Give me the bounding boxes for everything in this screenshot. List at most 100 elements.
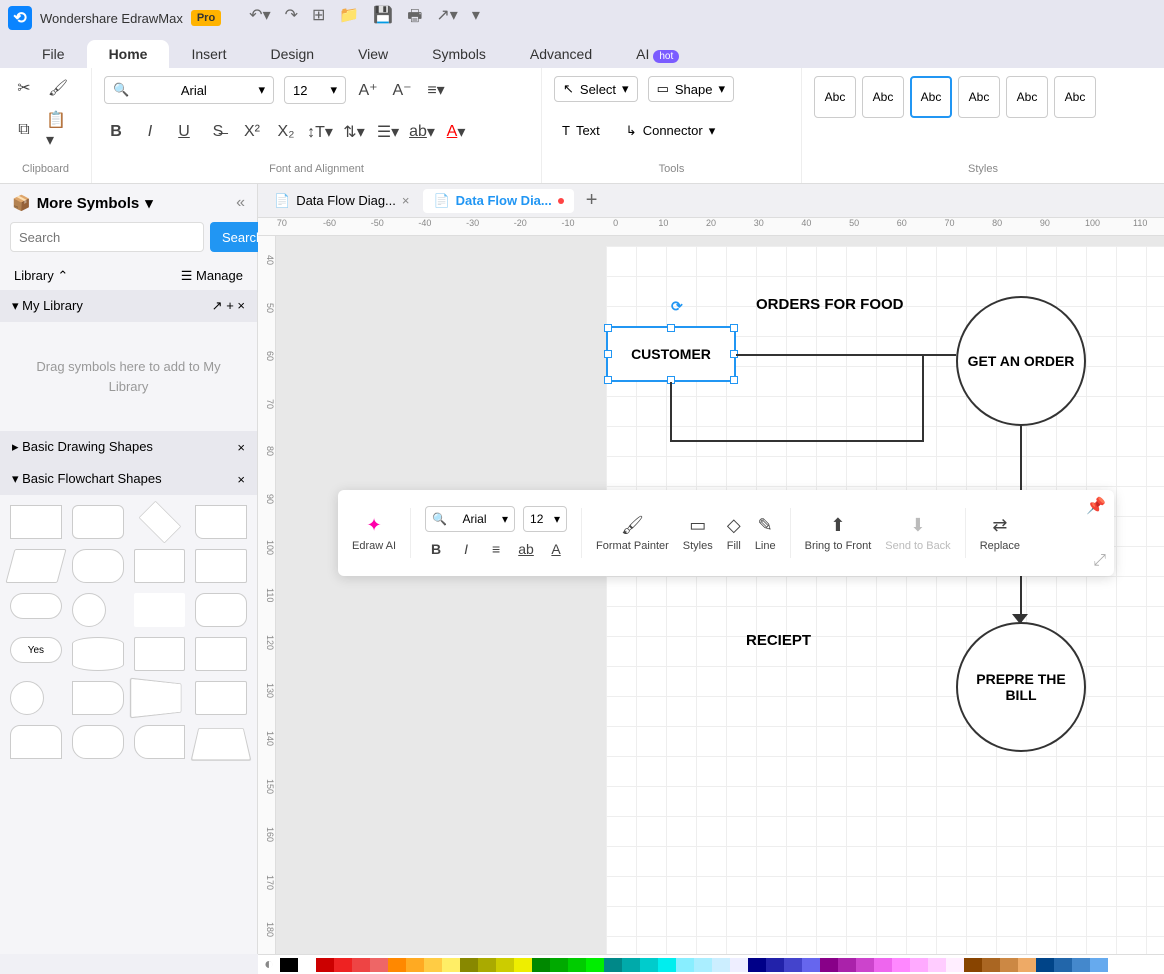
increase-font-icon[interactable]: A⁺	[356, 78, 380, 102]
shape-rectangle[interactable]	[10, 505, 62, 539]
cut-icon[interactable]: ✂	[12, 76, 36, 100]
color-swatch[interactable]	[370, 958, 388, 972]
color-swatch[interactable]	[514, 958, 532, 972]
pin-icon[interactable]: 📌	[1086, 496, 1106, 516]
color-swatch[interactable]	[928, 958, 946, 972]
shape-card[interactable]	[134, 637, 186, 671]
library-label[interactable]: Library ⌃	[14, 268, 68, 284]
copy-icon[interactable]: ⧉	[12, 118, 36, 142]
new-icon[interactable]: ⊞	[312, 5, 325, 32]
color-swatch[interactable]	[1000, 958, 1018, 972]
basic-drawing-section[interactable]: ▸ Basic Drawing Shapes ×	[0, 431, 257, 463]
tab-insert[interactable]: Insert	[169, 40, 248, 68]
label-orders-for-food[interactable]: ORDERS FOR FOOD	[756, 296, 904, 313]
color-swatch[interactable]	[298, 958, 316, 972]
sidebar-collapse-icon[interactable]: «	[236, 194, 245, 212]
color-swatch[interactable]	[784, 958, 802, 972]
bullets-icon[interactable]: ☰▾	[376, 120, 400, 144]
sidebar-title[interactable]: 📦 More Symbols▾	[12, 194, 153, 212]
color-dropper-icon[interactable]: ◐	[258, 956, 280, 974]
more-icon[interactable]: ▾	[472, 5, 480, 32]
color-swatch[interactable]	[1072, 958, 1090, 972]
ft-size-select[interactable]: 12▾	[523, 506, 567, 532]
shape-trapezoid[interactable]	[191, 728, 252, 761]
color-swatch[interactable]	[316, 958, 334, 972]
undo-icon[interactable]: ↶▾	[249, 5, 270, 32]
shape-manual[interactable]	[129, 678, 180, 719]
canvas[interactable]: CUSTOMER ⟳ ORDERS FOR FOOD GET AN ORDER …	[276, 236, 1164, 954]
color-swatch[interactable]	[766, 958, 784, 972]
color-swatch[interactable]	[640, 958, 658, 972]
select-button[interactable]: ↖ Select ▾	[554, 76, 638, 102]
mylibrary-dropzone[interactable]: Drag symbols here to add to My Library	[10, 332, 247, 421]
color-swatch[interactable]	[874, 958, 892, 972]
color-swatch[interactable]	[910, 958, 928, 972]
color-swatch[interactable]	[694, 958, 712, 972]
color-swatch[interactable]	[730, 958, 748, 972]
size-select[interactable]: 12 ▾	[284, 76, 346, 104]
mylibrary-section[interactable]: ▾ My Library ↗ + ×	[0, 290, 257, 322]
style-swatch-6[interactable]: Abc	[1054, 76, 1096, 118]
shape-prepre-bill[interactable]: PREPRE THE BILL	[956, 622, 1086, 752]
save-icon[interactable]: 💾	[373, 5, 393, 32]
shape-document[interactable]	[195, 505, 247, 539]
align-icon[interactable]: ≡▾	[424, 78, 448, 102]
subscript-icon[interactable]: X₂	[274, 120, 298, 144]
shape-pill[interactable]	[72, 549, 124, 583]
color-swatch[interactable]	[820, 958, 838, 972]
ft-color-icon[interactable]: A	[545, 538, 567, 560]
shape-subprocess[interactable]	[134, 549, 186, 583]
color-swatch[interactable]	[604, 958, 622, 972]
shape-cylinder[interactable]	[72, 637, 124, 671]
highlight-icon[interactable]: ab▾	[410, 120, 434, 144]
color-swatch[interactable]	[622, 958, 640, 972]
color-swatch[interactable]	[856, 958, 874, 972]
ft-bring-front[interactable]: ⬆Bring to Front	[805, 515, 872, 552]
ft-send-back[interactable]: ⬇Send to Back	[885, 515, 950, 552]
color-swatch[interactable]	[676, 958, 694, 972]
superscript-icon[interactable]: X²	[240, 120, 264, 144]
strike-icon[interactable]: S̶	[206, 120, 230, 144]
shape-terminator[interactable]	[72, 725, 124, 759]
ft-replace[interactable]: ⇄Replace	[980, 515, 1020, 552]
page[interactable]: CUSTOMER ⟳ ORDERS FOR FOOD GET AN ORDER …	[606, 246, 1164, 954]
ft-format-painter[interactable]: 🖌Format Painter	[596, 515, 669, 552]
section-close-icon[interactable]: ×	[237, 440, 245, 455]
style-swatch-3[interactable]: Abc	[910, 76, 952, 118]
line-spacing-icon[interactable]: ⇅▾	[342, 120, 366, 144]
font-color-icon[interactable]: A▾	[444, 120, 468, 144]
ft-font-select[interactable]: 🔍Arial▾	[425, 506, 515, 532]
text-button[interactable]: T Text	[554, 119, 608, 142]
tab-symbols[interactable]: Symbols	[410, 40, 508, 68]
open-icon[interactable]: 📁	[339, 5, 359, 32]
tab-home[interactable]: Home	[87, 40, 170, 68]
style-swatch-1[interactable]: Abc	[814, 76, 856, 118]
color-swatch[interactable]	[964, 958, 982, 972]
decrease-font-icon[interactable]: A⁻	[390, 78, 414, 102]
bold-icon[interactable]: B	[104, 120, 128, 144]
font-select[interactable]: 🔍 Arial ▾	[104, 76, 274, 104]
italic-icon[interactable]: I	[138, 120, 162, 144]
color-swatch[interactable]	[982, 958, 1000, 972]
color-swatch[interactable]	[424, 958, 442, 972]
color-swatch[interactable]	[442, 958, 460, 972]
color-swatch[interactable]	[388, 958, 406, 972]
style-swatch-5[interactable]: Abc	[1006, 76, 1048, 118]
ft-highlight-icon[interactable]: ab	[515, 538, 537, 560]
ft-line[interactable]: ✎Line	[755, 515, 776, 552]
shape-parallelogram[interactable]	[5, 549, 66, 583]
doc-tab-2[interactable]: 📄 Data Flow Dia...	[423, 189, 573, 213]
color-swatch[interactable]	[1090, 958, 1108, 972]
ft-bold-icon[interactable]: B	[425, 538, 447, 560]
underline-icon[interactable]: U	[172, 120, 196, 144]
color-swatch[interactable]	[334, 958, 352, 972]
mylib-export-icon[interactable]: ↗	[212, 298, 223, 313]
shape-stored[interactable]	[195, 637, 247, 671]
color-swatch[interactable]	[892, 958, 910, 972]
color-swatch[interactable]	[568, 958, 586, 972]
tab-design[interactable]: Design	[248, 40, 336, 68]
label-reciept[interactable]: RECIEPT	[746, 632, 811, 649]
tab-view[interactable]: View	[336, 40, 410, 68]
color-swatch[interactable]	[280, 958, 298, 972]
section-close-icon[interactable]: ×	[237, 472, 245, 487]
